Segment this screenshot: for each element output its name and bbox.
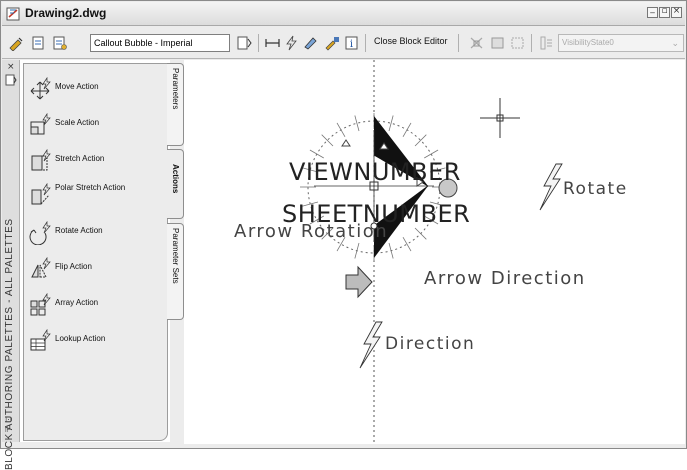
array-action-icon: [30, 293, 51, 316]
visibility-state-select[interactable]: VisibilityState0 ⌄: [558, 34, 684, 52]
palette-item-array-action[interactable]: Array Action: [25, 291, 155, 321]
restore-icon: ▫: [661, 6, 668, 16]
close-block-editor-button[interactable]: Close Block Editor: [374, 36, 448, 46]
block-name-field[interactable]: Callout Bubble - Imperial: [90, 34, 230, 52]
rotation-tick: [354, 242, 360, 259]
palette-item-polar-stretch-action[interactable]: Polar Stretch Action: [25, 181, 155, 211]
block-editor-window: Drawing2.dwg _ ▫ × Callout Bubble - Impe…: [0, 0, 687, 470]
palette-item-label: Rotate Action: [55, 226, 103, 235]
palette-item-lookup-action[interactable]: Lookup Action: [25, 327, 155, 357]
stretch-action-icon: [31, 149, 51, 171]
direction-action-label[interactable]: Direction: [385, 334, 475, 354]
rotation-tick: [388, 242, 394, 259]
title-bar: Drawing2.dwg _ ▫ ×: [2, 2, 685, 26]
define-attribute-icon[interactable]: [302, 35, 319, 51]
tab-label: Parameters: [171, 68, 180, 110]
block-geometry: [300, 60, 563, 444]
arrow-direction-parameter[interactable]: Arrow Direction: [424, 268, 586, 289]
palette-item-label: Move Action: [55, 82, 99, 91]
palette-item-label: Polar Stretch Action: [55, 183, 126, 192]
palette-item-scale-action[interactable]: Scale Action: [25, 111, 155, 141]
lookup-action-icon: [30, 329, 51, 351]
palette-properties-icon[interactable]: [5, 74, 17, 86]
rotation-tick: [309, 149, 324, 159]
tab-parameters[interactable]: Parameters: [167, 63, 184, 146]
rotation-tick: [424, 149, 439, 159]
window-title: Drawing2.dwg: [25, 6, 107, 20]
scale-action-icon: [30, 113, 51, 135]
visibility-mode-icon[interactable]: [468, 35, 485, 51]
tab-actions[interactable]: Actions: [167, 149, 184, 219]
parameter-icon[interactable]: [264, 35, 281, 51]
palette-item-label: Stretch Action: [55, 154, 105, 163]
make-visible-icon[interactable]: [489, 35, 506, 51]
palette-item-label: Array Action: [55, 298, 99, 307]
polar-stretch-action-icon: [31, 183, 51, 205]
rotation-tick: [402, 237, 412, 252]
tab-label: Actions: [171, 164, 180, 194]
arrow-rotation-parameter[interactable]: Arrow Rotation: [234, 221, 388, 242]
palette-item-rotate-action[interactable]: Rotate Action: [25, 219, 155, 249]
drawing-file-icon: [6, 7, 20, 21]
tab-parameter-sets[interactable]: Parameter Sets: [167, 223, 184, 320]
move-action-icon: [30, 77, 51, 100]
minimize-button[interactable]: _: [647, 4, 658, 18]
drawing-canvas[interactable]: VIEWNUMBER SHEETNUMBER Arrow Rotation Ar…: [184, 60, 685, 444]
info-icon[interactable]: i: [343, 35, 360, 51]
close-icon[interactable]: ×: [7, 62, 15, 72]
minimize-icon: _: [650, 4, 655, 14]
flip-action-icon: [31, 257, 51, 278]
tab-label: Parameter Sets: [171, 228, 180, 284]
make-invisible-icon[interactable]: [509, 35, 526, 51]
save-block-as-icon[interactable]: [51, 35, 68, 51]
block-editor-toolbar: Callout Bubble - Imperial i Close Block …: [2, 27, 685, 59]
authoring-palettes-icon[interactable]: [236, 35, 253, 51]
rotate-action-icon: [29, 221, 51, 245]
visibility-state-value: VisibilityState0: [562, 38, 614, 47]
autohide-icon[interactable]: ⊡ ⊩: [5, 415, 12, 435]
close-icon: ×: [672, 6, 681, 16]
viewnumber-attribute[interactable]: VIEWNUMBER: [289, 158, 461, 186]
palette-item-label: Scale Action: [55, 118, 100, 127]
svg-text:i: i: [350, 39, 353, 50]
restore-button[interactable]: ▫: [659, 6, 670, 18]
close-button[interactable]: ×: [671, 6, 682, 18]
palette-title-strip: × BLOCK AUTHORING PALETTES - ALL PALETTE…: [2, 60, 20, 470]
rotation-tick: [321, 134, 334, 147]
edit-block-icon[interactable]: [8, 35, 25, 51]
palette-item-label: Lookup Action: [55, 334, 106, 343]
save-block-icon[interactable]: [30, 35, 47, 51]
attribute-definition-icon[interactable]: [324, 35, 341, 51]
palette-item-move-action[interactable]: Move Action: [25, 75, 155, 105]
palette-item-label: Flip Action: [55, 262, 92, 271]
rotation-tick: [336, 122, 346, 137]
palette-item-flip-action[interactable]: Flip Action: [25, 255, 155, 285]
rotation-tick: [402, 122, 412, 137]
chevron-down-icon: ⌄: [671, 38, 679, 48]
rotate-action-label[interactable]: Rotate: [563, 179, 628, 199]
palette-item-stretch-action[interactable]: Stretch Action: [25, 147, 155, 177]
action-icon[interactable]: [283, 35, 300, 51]
manage-visibility-states-icon[interactable]: [538, 35, 555, 51]
